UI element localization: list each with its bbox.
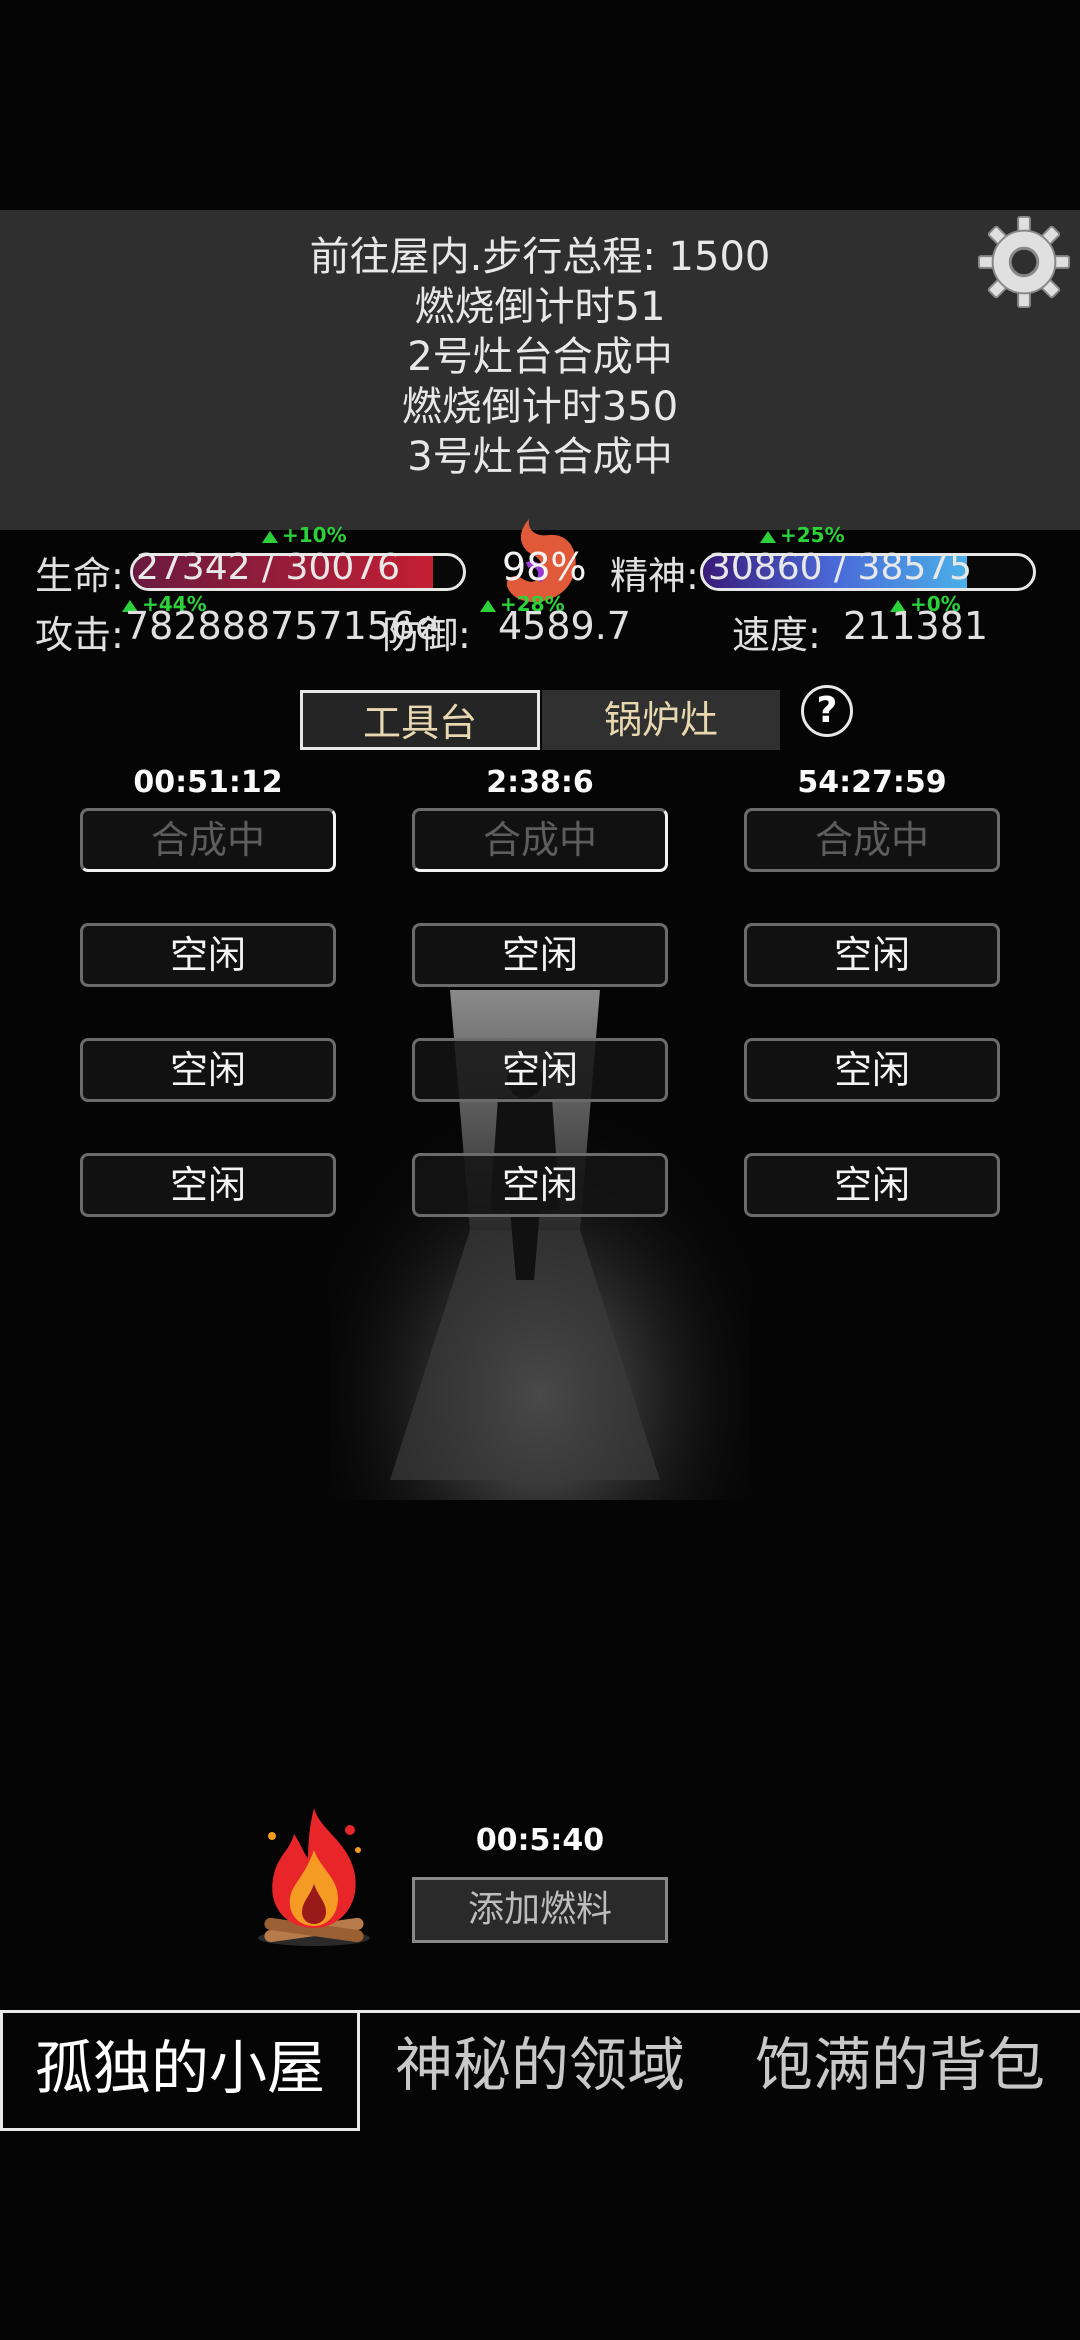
attack-label: 攻击: — [35, 613, 124, 657]
help-icon[interactable]: ? — [801, 685, 853, 737]
craft-slot-idle[interactable]: 空闲 — [412, 923, 668, 987]
add-fuel-button[interactable]: 添加燃料 — [412, 1877, 668, 1943]
craft-slot-idle[interactable]: 空闲 — [80, 923, 336, 987]
log-line: 前往屋内.步行总程: 1500 — [309, 234, 771, 280]
craft-slot-idle[interactable]: 空闲 — [744, 1153, 1000, 1217]
craft-slot-idle[interactable]: 空闲 — [412, 1153, 668, 1217]
life-boost: +10% — [262, 523, 347, 547]
log-line: 3号灶台合成中 — [407, 434, 673, 480]
craft-slot-idle[interactable]: 空闲 — [80, 1153, 336, 1217]
craft-slot-idle[interactable]: 空闲 — [80, 1038, 336, 1102]
craft-slot-busy[interactable]: 合成中 — [412, 808, 668, 872]
log-line: 燃烧倒计时350 — [401, 384, 679, 430]
fire-timer: 00:5:40 — [475, 1823, 605, 1858]
workbench-3-timer: 54:27:59 — [797, 765, 947, 800]
nav-tab-lonely-cabin[interactable]: 孤独的小屋 — [0, 2013, 360, 2131]
hunger-percent: 98% — [502, 545, 587, 589]
life-label: 生命: — [35, 554, 124, 598]
gear-icon[interactable] — [975, 213, 1073, 311]
speed-value: 211381 — [843, 604, 989, 648]
log-line: 2号灶台合成中 — [407, 334, 673, 380]
craft-slot-idle[interactable]: 空闲 — [744, 923, 1000, 987]
defense-label: 防御: — [382, 613, 471, 657]
arrow-up-icon — [480, 599, 496, 612]
craft-slot-idle[interactable]: 空闲 — [412, 1038, 668, 1102]
nav-tab-mysterious-realm[interactable]: 神秘的领域 — [360, 2010, 720, 2128]
tab-workbench[interactable]: 工具台 — [300, 690, 540, 750]
arrow-up-icon — [760, 530, 776, 543]
log-line: 燃烧倒计时51 — [414, 284, 666, 330]
spirit-boost: +25% — [760, 523, 845, 547]
arrow-up-icon — [262, 530, 278, 543]
life-value: 27342 / 30076 — [136, 547, 401, 588]
nav-tab-full-backpack[interactable]: 饱满的背包 — [720, 2010, 1080, 2128]
spirit-value: 30860 / 38575 — [708, 547, 973, 588]
tab-boiler[interactable]: 锅炉灶 — [542, 690, 780, 750]
workbench-1-timer: 00:51:12 — [133, 765, 283, 800]
event-log: 前往屋内.步行总程: 1500 燃烧倒计时51 2号灶台合成中 燃烧倒计时350… — [140, 232, 940, 482]
craft-slot-busy[interactable]: 合成中 — [80, 808, 336, 872]
campfire-icon — [258, 1808, 370, 1946]
speed-label: 速度: — [732, 613, 821, 657]
craft-slot-busy[interactable]: 合成中 — [744, 808, 1000, 872]
workbench-2-timer: 2:38:6 — [486, 765, 594, 800]
moon-icon[interactable] — [12, 222, 72, 298]
spirit-label: 精神: — [610, 554, 699, 598]
craft-slot-idle[interactable]: 空闲 — [744, 1038, 1000, 1102]
defense-value: 4589.7 — [498, 604, 631, 648]
